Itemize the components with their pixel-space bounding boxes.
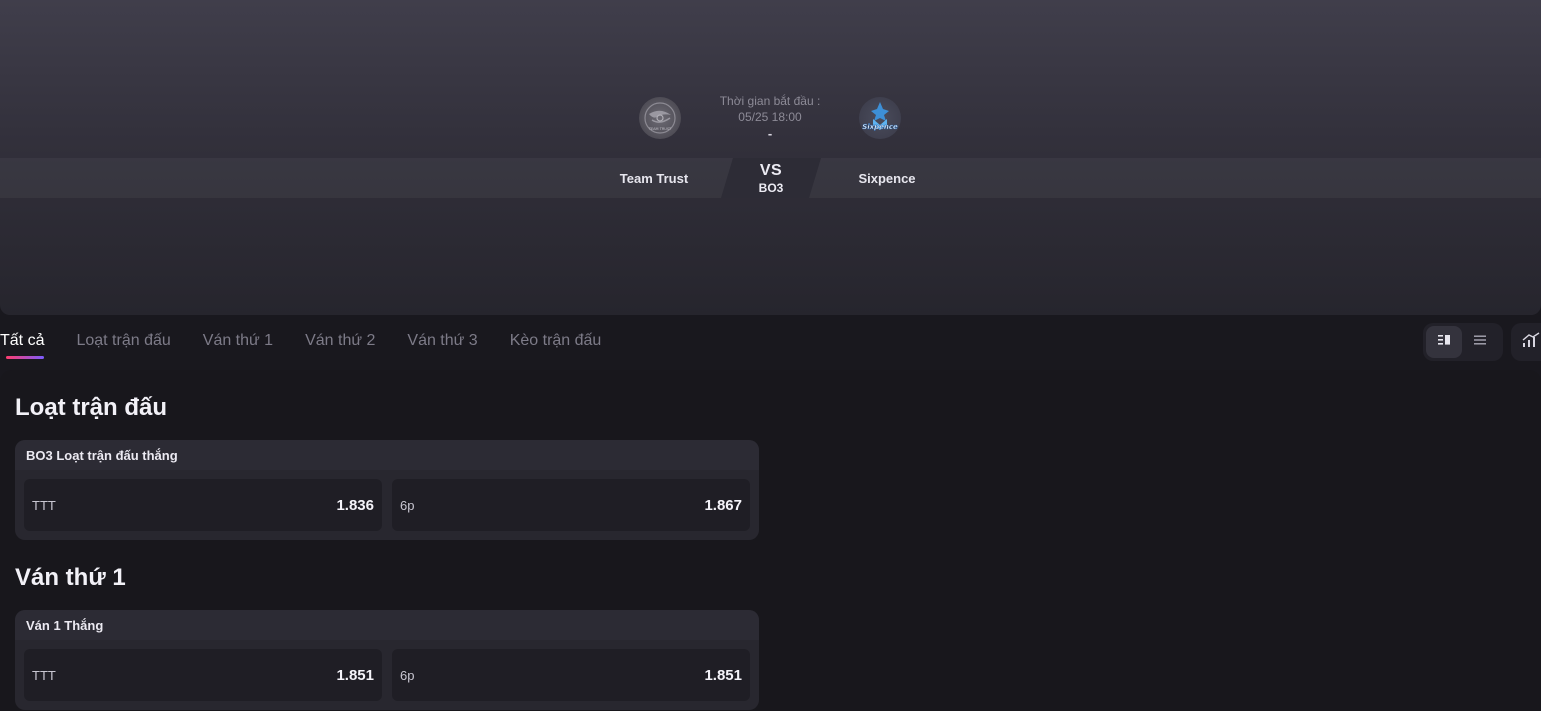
- team-left-name[interactable]: Team Trust: [594, 171, 714, 186]
- grid-view-icon: [1437, 333, 1451, 351]
- start-time-value: 05/25 18:00: [738, 110, 802, 124]
- market-tabs: Tất cả Loạt trận đấu Ván thứ 1 Ván thứ 2…: [0, 326, 633, 366]
- odds-button[interactable]: TTT 1.851: [24, 649, 382, 701]
- tab-label: Ván thứ 2: [305, 332, 376, 349]
- odds-button[interactable]: 6p 1.851: [392, 649, 750, 701]
- active-tab-indicator: [6, 356, 44, 359]
- view-toggle: [1423, 323, 1503, 361]
- odds-team: TTT: [32, 497, 56, 513]
- section-title-game-1: Ván thứ 1: [15, 564, 126, 591]
- tab-series[interactable]: Loạt trận đấu: [76, 326, 170, 360]
- tab-label: Loạt trận đấu: [76, 332, 171, 349]
- list-view-icon: [1473, 333, 1487, 351]
- team-right-name[interactable]: Sixpence: [827, 171, 947, 186]
- tab-game-1[interactable]: Ván thứ 1: [203, 326, 273, 360]
- tab-game-3[interactable]: Ván thứ 3: [407, 326, 477, 360]
- odds-team: 6p: [400, 497, 415, 513]
- tab-all[interactable]: Tất cả: [0, 326, 44, 360]
- market-name: BO3 Loạt trận đấu thắng: [15, 440, 759, 470]
- tab-label: Tất cả: [0, 332, 45, 349]
- odds-value: 1.836: [336, 496, 374, 514]
- sixpence-logo: Sixpence: [859, 97, 901, 139]
- tab-label: Ván thứ 1: [202, 332, 274, 349]
- vs-label: VS: [759, 162, 783, 179]
- grid-view-button[interactable]: [1426, 326, 1462, 358]
- odds-row: TTT 1.851 6p 1.851: [24, 649, 750, 701]
- market-card: Ván 1 Thắng TTT 1.851 6p 1.851: [15, 610, 759, 710]
- odds-team: TTT: [32, 667, 56, 683]
- start-time-label: Thời gian bắt đầu :: [719, 94, 821, 108]
- match-score: -: [767, 126, 773, 141]
- odds-value: 1.851: [336, 666, 374, 684]
- svg-text:Sixpence: Sixpence: [862, 123, 898, 131]
- tab-label: Kèo trận đấu: [509, 332, 602, 349]
- odds-row: TTT 1.836 6p 1.867: [24, 479, 750, 531]
- tab-label: Ván thứ 3: [407, 332, 478, 349]
- list-view-button[interactable]: [1462, 326, 1498, 358]
- tab-match-odds[interactable]: Kèo trận đấu: [510, 326, 602, 360]
- markets-panel: Loạt trận đấu BO3 Loạt trận đấu thắng TT…: [0, 370, 1541, 711]
- odds-team: 6p: [400, 667, 415, 683]
- odds-button[interactable]: 6p 1.867: [392, 479, 750, 531]
- stats-button[interactable]: [1511, 323, 1541, 361]
- tab-game-2[interactable]: Ván thứ 2: [305, 326, 375, 360]
- odds-button[interactable]: TTT 1.836: [24, 479, 382, 531]
- match-format: BO3: [758, 181, 784, 195]
- market-name: Ván 1 Thắng: [15, 610, 759, 640]
- svg-text:TEAM TRUST: TEAM TRUST: [648, 127, 672, 131]
- market-card: BO3 Loạt trận đấu thắng TTT 1.836 6p 1.8…: [15, 440, 759, 540]
- odds-value: 1.851: [704, 666, 742, 684]
- section-title-series: Loạt trận đấu: [15, 394, 168, 421]
- team-trust-logo: TEAM TRUST: [639, 97, 681, 139]
- stats-chart-icon: [1522, 331, 1540, 353]
- match-header: TEAM TRUST Thời gian bắt đầu : 05/25 18:…: [0, 0, 1541, 315]
- odds-value: 1.867: [704, 496, 742, 514]
